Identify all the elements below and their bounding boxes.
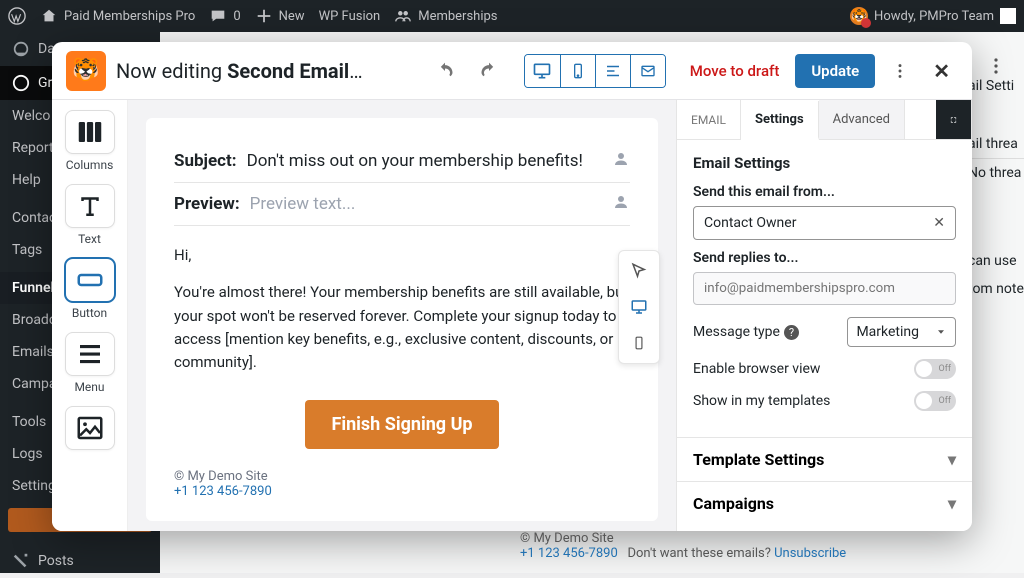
page-options-icon[interactable] — [986, 56, 1006, 80]
message-type-label: Message type? — [693, 324, 799, 340]
site-name: Paid Memberships Pro — [64, 9, 195, 24]
block-text[interactable]: Text — [60, 184, 120, 246]
wp-logo[interactable] — [8, 7, 26, 25]
mobile-preview-button[interactable] — [560, 55, 595, 87]
browser-view-toggle[interactable]: Off — [914, 359, 956, 379]
settings-heading: Email Settings — [693, 154, 956, 172]
block-image[interactable] — [60, 406, 120, 454]
preview-placeholder[interactable]: Preview text... — [250, 194, 356, 214]
howdy-account[interactable]: 🐯 Howdy, PMPro Team — [850, 7, 1016, 25]
help-icon[interactable]: ? — [784, 325, 799, 340]
tab-settings[interactable]: Settings — [741, 101, 819, 140]
email-canvas[interactable]: Subject: Don't miss out on your membersh… — [146, 118, 658, 521]
block-menu[interactable]: Menu — [60, 332, 120, 394]
editor-more-icon[interactable] — [885, 56, 915, 86]
block-button[interactable]: Button — [60, 258, 120, 320]
new-content[interactable]: New — [255, 7, 305, 25]
email-canvas-wrap: Subject: Don't miss out on your membersh… — [128, 100, 676, 531]
memberships-link[interactable]: Memberships — [394, 7, 497, 25]
desktop-preview-button[interactable] — [525, 55, 560, 87]
tab-email[interactable]: EMAIL — [677, 100, 741, 139]
site-home[interactable]: Paid Memberships Pro — [40, 7, 195, 25]
subject-label: Subject: — [174, 151, 237, 171]
editor-toolbar: 🐯 Now editing Second Email: A... Move to… — [52, 42, 972, 100]
bg-phone-link[interactable]: +1 123 456-7890 — [520, 546, 618, 561]
replies-label: Send replies to... — [693, 250, 956, 266]
align-button[interactable] — [595, 55, 630, 87]
preview-label: Preview: — [174, 194, 240, 214]
avatar-icon: 🐯 — [850, 7, 868, 25]
chevron-down-icon — [935, 326, 947, 338]
email-editor-modal: 🐯 Now editing Second Email: A... Move to… — [52, 42, 972, 531]
subject-row[interactable]: Subject: Don't miss out on your membersh… — [174, 140, 630, 183]
template-settings-accordion[interactable]: Template Settings ▾ — [677, 437, 972, 481]
text-icon — [65, 184, 115, 228]
wp-fusion-link[interactable]: WP Fusion — [319, 9, 381, 24]
personalize-preview-icon[interactable] — [612, 193, 630, 215]
settings-panel: EMAIL Settings Advanced Email Settings S… — [676, 100, 972, 531]
move-to-draft-link[interactable]: Move to draft — [690, 62, 780, 80]
message-type-select[interactable]: Marketing — [847, 317, 956, 347]
browser-view-label: Enable browser view — [693, 361, 820, 377]
chevron-down-icon: ▾ — [948, 450, 956, 469]
tab-advanced[interactable]: Advanced — [819, 100, 905, 139]
send-test-button[interactable] — [630, 55, 665, 87]
email-cta-button[interactable]: Finish Signing Up — [305, 400, 498, 449]
settings-tabs: EMAIL Settings Advanced — [677, 100, 972, 140]
background-email-footer: © My Demo Site +1 123 456-7890 Don't wan… — [160, 531, 1024, 573]
show-templates-label: Show in my templates — [693, 393, 830, 409]
campaigns-accordion[interactable]: Campaigns ▾ — [677, 481, 972, 525]
cursor-tool-icon[interactable] — [625, 257, 653, 285]
update-button[interactable]: Update — [795, 54, 875, 88]
chevron-down-icon: ▾ — [948, 494, 956, 513]
email-body[interactable]: Hi, You're almost there! Your membership… — [174, 244, 630, 374]
block-palette: Columns Text Button Menu — [52, 100, 128, 531]
button-icon — [65, 258, 115, 302]
bg-unsubscribe-link[interactable]: Unsubscribe — [774, 546, 846, 561]
editing-title: Now editing Second Email: A... — [116, 59, 366, 83]
block-columns[interactable]: Columns — [60, 110, 120, 172]
subject-value[interactable]: Don't miss out on your membership benefi… — [247, 151, 583, 171]
clear-send-from-icon[interactable]: ✕ — [933, 215, 945, 231]
close-icon[interactable]: ✕ — [925, 55, 958, 87]
send-from-label: Send this email from... — [693, 184, 956, 200]
send-from-field[interactable]: Contact Owner ✕ — [693, 206, 956, 240]
show-templates-toggle[interactable]: Off — [914, 391, 956, 411]
comments-link[interactable]: 0 — [209, 7, 240, 25]
floating-tools — [618, 250, 660, 364]
desktop-tool-icon[interactable] — [625, 293, 653, 321]
menu-icon — [65, 332, 115, 376]
tab-fullscreen-icon[interactable] — [936, 100, 972, 139]
background-peek: ail Setti ail threa No threa can use tom… — [964, 72, 1024, 303]
app-logo[interactable]: 🐯 — [66, 51, 106, 91]
preview-device-group — [524, 54, 666, 88]
preview-row[interactable]: Preview: Preview text... — [174, 183, 630, 226]
wp-admin-bar: Paid Memberships Pro 0 New WP Fusion Mem… — [0, 0, 1024, 32]
undo-button[interactable] — [428, 54, 462, 88]
secondary-avatar-icon — [1000, 8, 1016, 24]
email-footer: © My Demo Site +1 123 456-7890 — [174, 469, 630, 499]
image-icon — [65, 406, 115, 450]
redo-button[interactable] — [472, 54, 506, 88]
columns-icon — [65, 110, 115, 154]
personalize-subject-icon[interactable] — [612, 150, 630, 172]
mobile-tool-icon[interactable] — [625, 329, 653, 357]
replies-input[interactable] — [693, 272, 956, 305]
